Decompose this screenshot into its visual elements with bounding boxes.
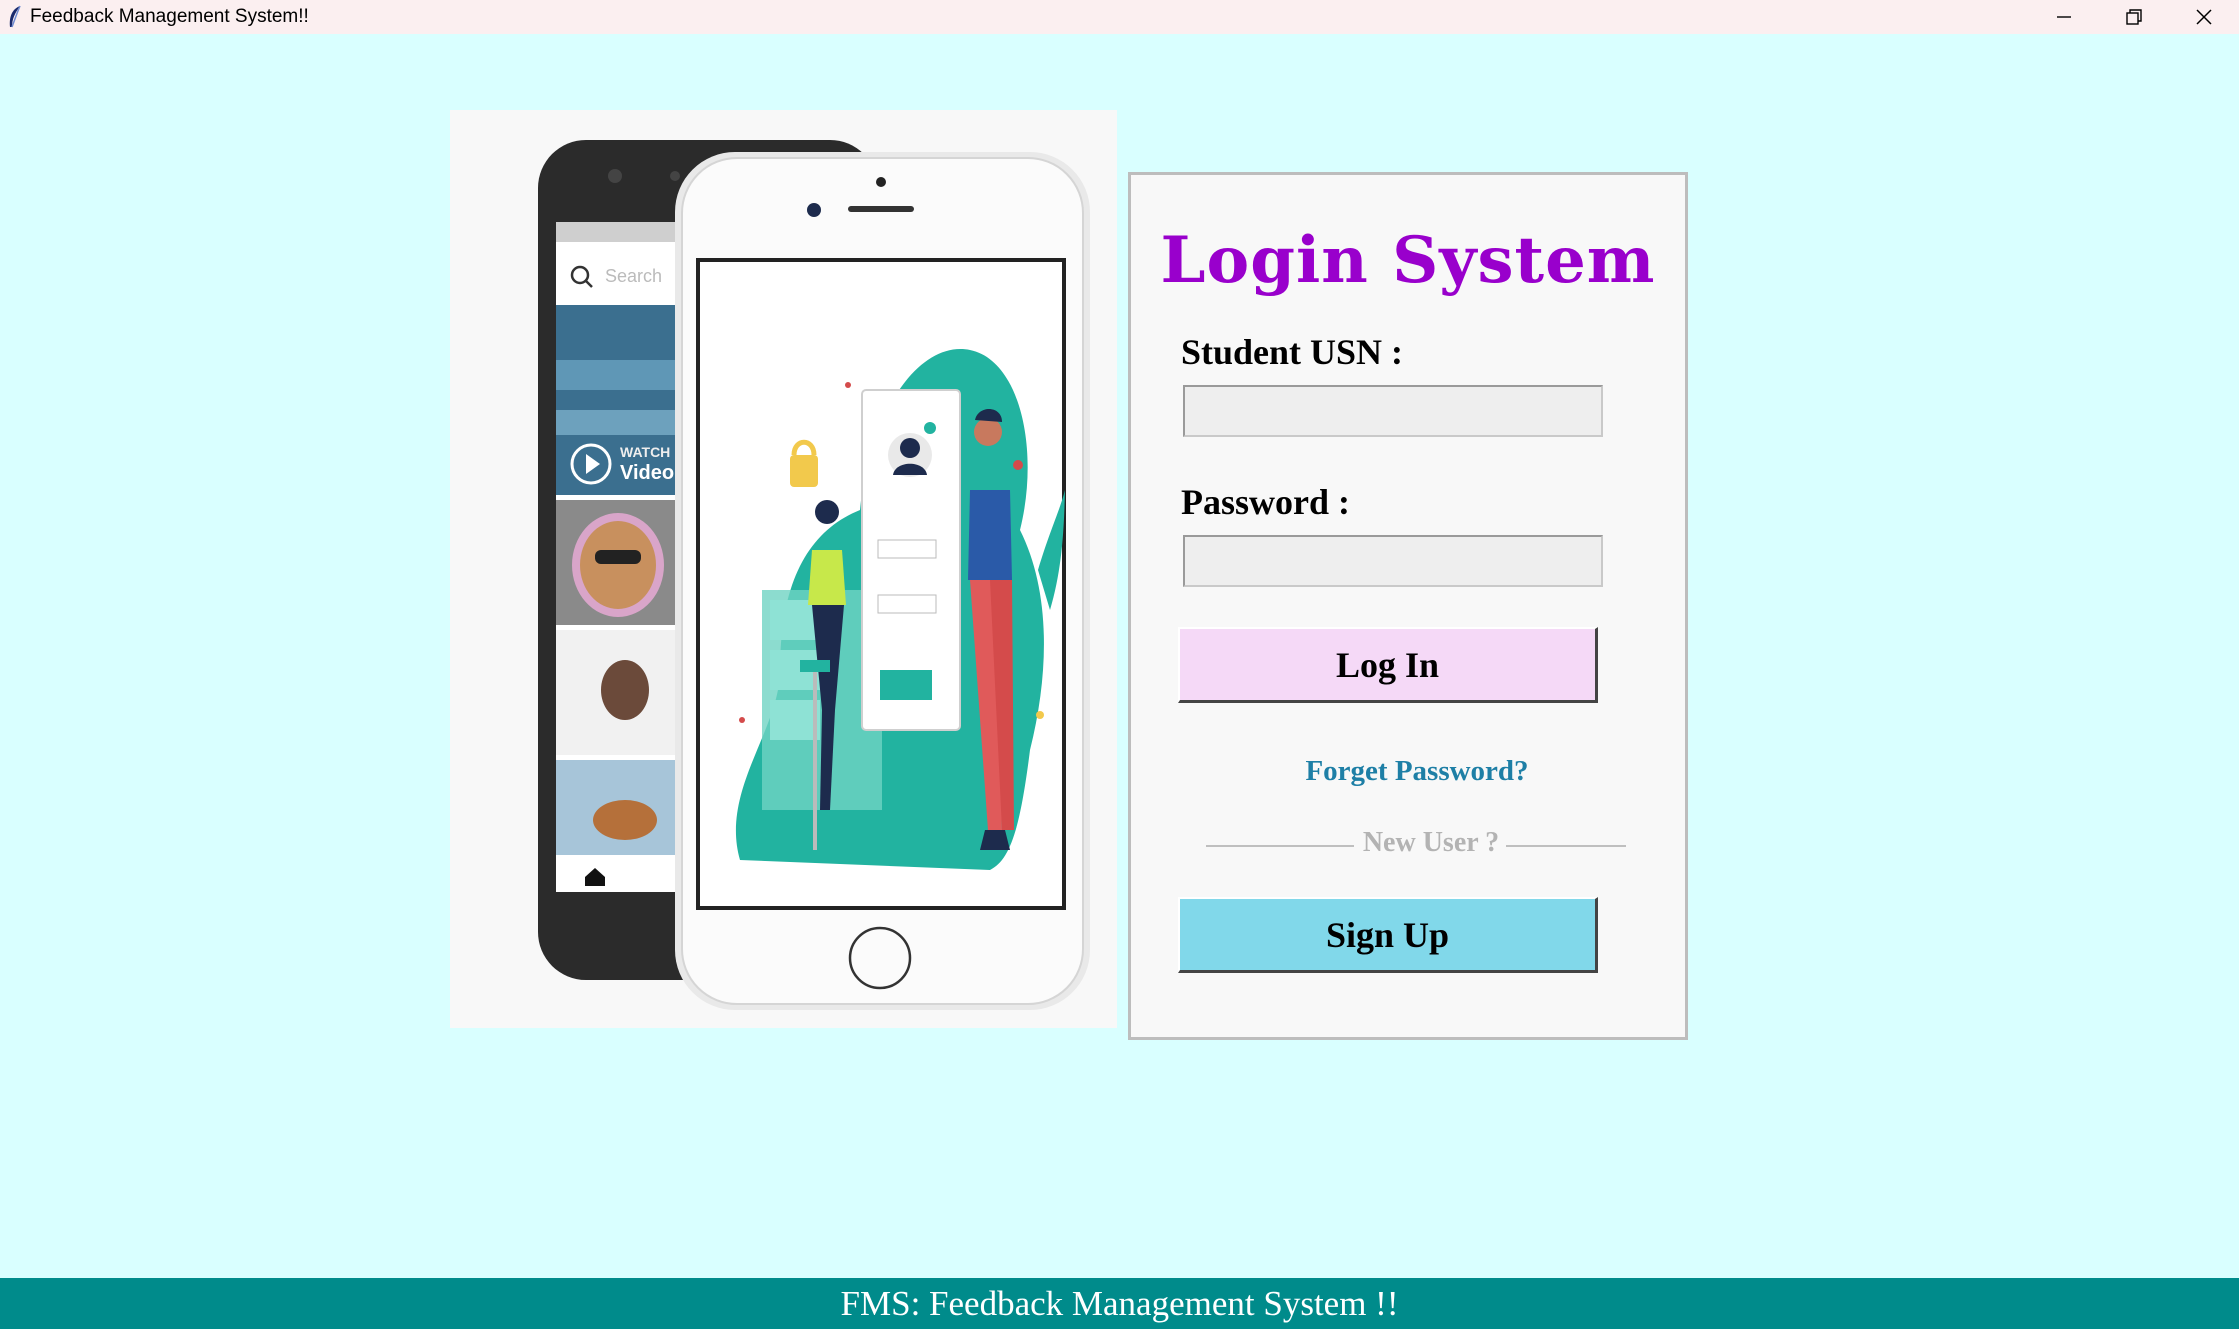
usn-input[interactable] <box>1183 385 1603 437</box>
usn-label: Student USN : <box>1181 332 1404 372</box>
divider-line-left <box>1206 845 1354 847</box>
login-panel: Login System Student USN : Password : Lo… <box>1128 172 1688 1040</box>
feather-app-icon <box>9 5 21 28</box>
divider-line-right <box>1506 845 1626 847</box>
minimize-button[interactable] <box>2029 0 2099 34</box>
window-title-bar: Feedback Management System!! <box>0 0 2239 34</box>
close-icon <box>2196 9 2212 25</box>
new-user-divider: New User ? <box>1206 825 1626 865</box>
password-input[interactable] <box>1183 535 1603 587</box>
minimize-icon <box>2057 16 2071 18</box>
restore-button[interactable] <box>2099 0 2169 34</box>
login-heading: Login System <box>1160 223 1656 298</box>
search-placeholder: Search <box>605 266 662 286</box>
login-button[interactable]: Log In <box>1178 627 1598 703</box>
footer-bar: FMS: Feedback Management System !! <box>0 1278 2239 1329</box>
phones-image: Search WATCH Video <box>538 140 1090 1010</box>
watch-label: WATCH <box>620 444 670 460</box>
video-label: Video <box>620 462 674 484</box>
phones-illustration: Search WATCH Video <box>450 110 1117 1028</box>
close-button[interactable] <box>2169 0 2239 34</box>
restore-icon <box>2126 9 2142 25</box>
new-user-label: New User ? <box>1362 827 1500 858</box>
forgot-password-link[interactable]: Forget Password? <box>1131 755 1673 788</box>
signup-button[interactable]: Sign Up <box>1178 897 1598 973</box>
window-title: Feedback Management System!! <box>30 6 309 27</box>
password-label: Password : <box>1181 482 1350 522</box>
